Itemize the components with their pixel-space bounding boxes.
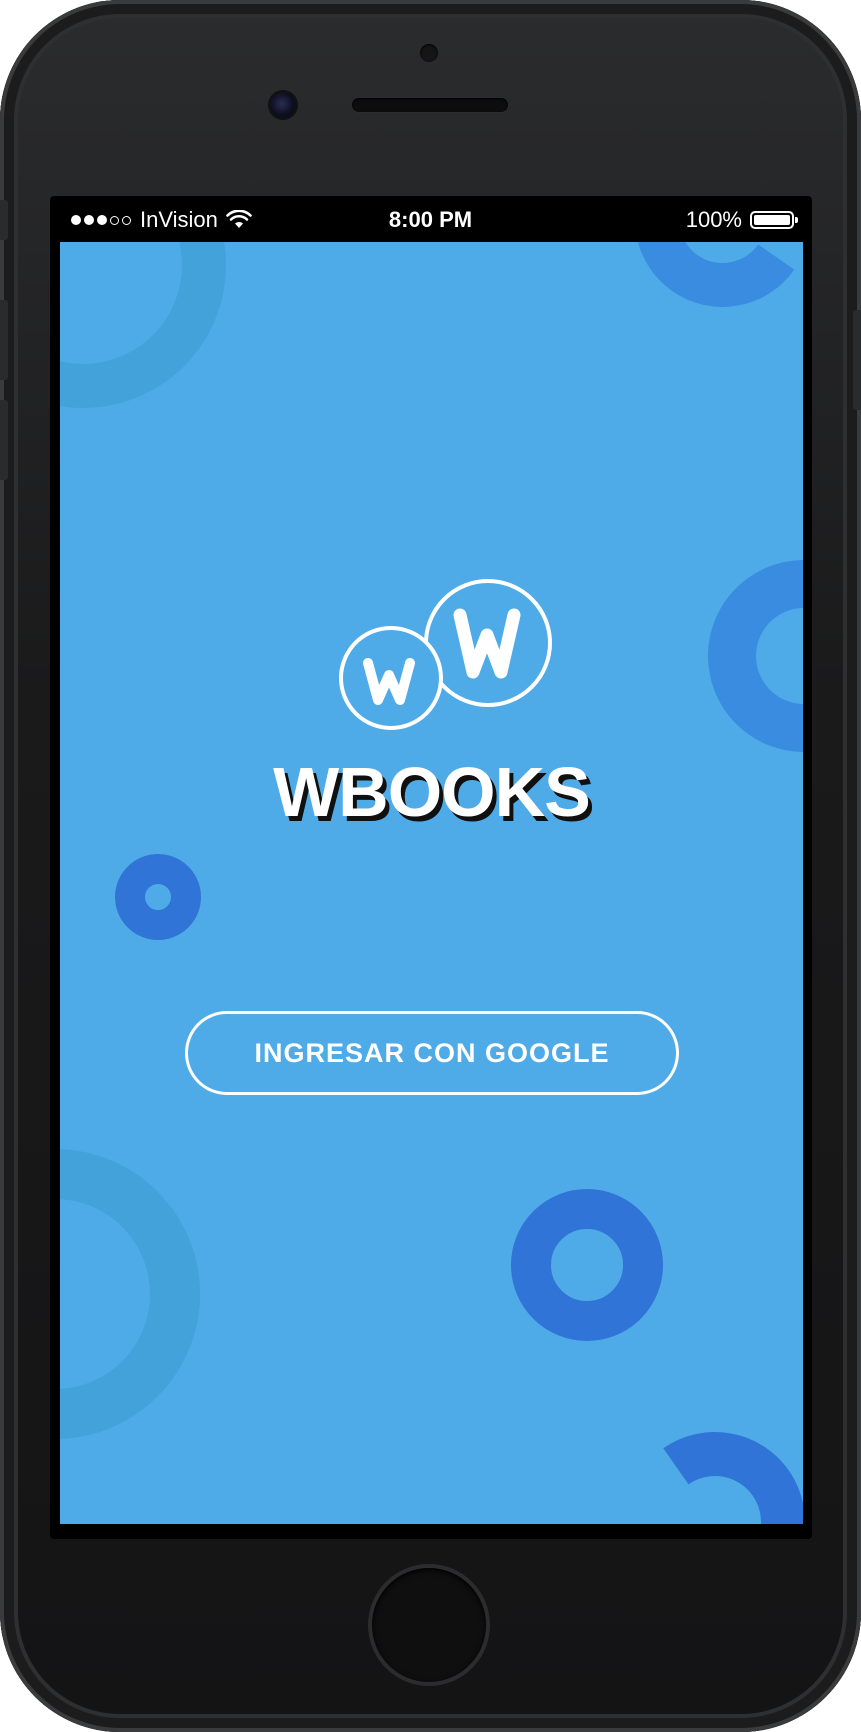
power-button xyxy=(853,310,861,410)
front-camera xyxy=(270,92,296,118)
volume-up-button xyxy=(0,300,8,380)
decoration-ring-small-left xyxy=(115,854,201,940)
decoration-ring-bottom-left xyxy=(60,1149,200,1439)
wbooks-logo xyxy=(330,577,570,747)
status-bar: InVision 8:00 PM 100% xyxy=(57,198,804,242)
decoration-ring-right xyxy=(708,560,803,752)
phone-frame: InVision 8:00 PM 100% WBOOKS INGRESAR CO… xyxy=(0,0,861,1732)
brand-name: WBOOKS xyxy=(273,753,591,831)
status-right: 100% xyxy=(685,207,798,233)
battery-level-fill xyxy=(754,215,790,225)
mute-switch xyxy=(0,200,8,240)
home-button[interactable] xyxy=(372,1568,486,1682)
decoration-arc-bottom-right xyxy=(610,1417,803,1524)
decoration-ring-bottom-center xyxy=(511,1189,663,1341)
battery-icon xyxy=(750,211,798,229)
wbooks-double-w-logo-icon xyxy=(339,579,552,730)
earpiece-speaker xyxy=(352,98,508,112)
decoration-ring-top-left xyxy=(60,242,226,408)
login-screen: WBOOKS INGRESAR CON GOOGLE xyxy=(60,242,803,1524)
volume-down-button xyxy=(0,400,8,480)
sign-in-with-google-button[interactable]: INGRESAR CON GOOGLE xyxy=(185,1011,679,1095)
decoration-arc-top-right xyxy=(621,242,803,321)
battery-percent: 100% xyxy=(685,207,742,232)
sign-in-with-google-label: INGRESAR CON GOOGLE xyxy=(254,1037,610,1068)
proximity-sensor xyxy=(420,44,438,62)
